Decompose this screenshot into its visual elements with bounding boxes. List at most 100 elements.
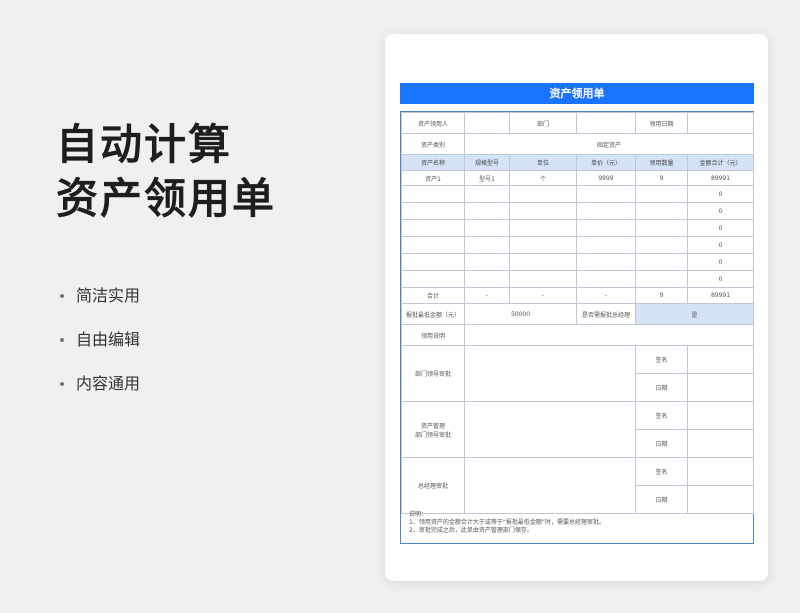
feature-label: 简洁实用: [76, 286, 141, 305]
approval-row: 资产管理 部门领导审批 签名: [401, 401, 754, 458]
bullet-icon: [60, 338, 64, 342]
item-row: 0: [401, 236, 754, 254]
cell-amount: 0: [687, 219, 754, 237]
approval-label-text: 部门领导审批: [414, 371, 451, 378]
sign-label: 签名: [635, 457, 688, 486]
cell-qty[interactable]: [635, 202, 688, 220]
cell-model[interactable]: [464, 236, 510, 254]
item-row: 0: [401, 219, 754, 237]
notes: 说明： 1、领用资产的金额合计大于或等于“报批最低金额”时，需要总经理审批。 2…: [409, 511, 605, 535]
cell-model[interactable]: [464, 270, 510, 288]
cell-amount: 0: [687, 185, 754, 203]
total-row: 合计 - - - 9 89991: [401, 287, 754, 304]
usage-label: 领用说明: [401, 324, 465, 346]
approval-opinion-field[interactable]: [464, 457, 636, 514]
cell-name[interactable]: [401, 236, 465, 254]
feature-label: 内容通用: [76, 374, 141, 393]
asset-form-table: 资产领用人 部门 领用日期 资产类别 固定资产 资产名称 规格型号 单位 单价（…: [401, 112, 754, 514]
sign-field[interactable]: [687, 457, 754, 486]
cell-price[interactable]: [576, 219, 636, 237]
date-label: 日期: [635, 485, 688, 514]
field-person[interactable]: [464, 112, 510, 134]
cell-price[interactable]: 9999: [576, 170, 636, 186]
cell-qty[interactable]: 9: [635, 170, 688, 186]
item-row: 0: [401, 253, 754, 271]
cell-qty[interactable]: [635, 219, 688, 237]
cell-price[interactable]: [576, 270, 636, 288]
cell-unit[interactable]: [509, 185, 577, 203]
total-label: 合计: [401, 287, 465, 304]
form-title: 资产领用单: [400, 83, 754, 104]
cell-model[interactable]: 型号1: [464, 170, 510, 186]
date-field[interactable]: [687, 485, 754, 514]
cell-qty[interactable]: [635, 270, 688, 288]
cell-price[interactable]: [576, 253, 636, 271]
feature-item: 内容通用: [60, 372, 140, 416]
cell-unit[interactable]: [509, 202, 577, 220]
cell-name[interactable]: [401, 202, 465, 220]
cell-qty[interactable]: [635, 236, 688, 254]
approval-label-text: 部门领导审批: [414, 431, 451, 439]
cell-name[interactable]: [401, 270, 465, 288]
total-cell: -: [464, 287, 510, 304]
feature-list: 简洁实用 自由编辑 内容通用: [60, 284, 140, 416]
table-row: 资产领用人 部门 领用日期: [401, 112, 754, 134]
field-dept[interactable]: [576, 112, 636, 134]
cell-unit[interactable]: 个: [509, 170, 577, 186]
approval-label-text: 资产管理: [420, 422, 445, 430]
approval-row: 部门领导审批 签名: [401, 345, 754, 402]
notes-line: 2、审批完成之后，此单由资产管理部门保存。: [409, 527, 533, 534]
bullet-icon: [60, 294, 64, 298]
field-category[interactable]: 固定资产: [464, 133, 754, 155]
approval-opinion-field[interactable]: [464, 345, 636, 402]
sign-field[interactable]: [687, 345, 754, 374]
approval-label: 总经理审批: [401, 457, 465, 514]
total-qty: 9: [635, 287, 688, 304]
column-header: 规格型号: [464, 154, 510, 171]
date-field[interactable]: [687, 373, 754, 402]
cell-name[interactable]: [401, 219, 465, 237]
date-field[interactable]: [687, 429, 754, 458]
feature-item: 自由编辑: [60, 328, 140, 372]
cell-model[interactable]: [464, 219, 510, 237]
table-row: 资产类别 固定资产: [401, 133, 754, 155]
cell-model[interactable]: [464, 202, 510, 220]
feature-label: 自由编辑: [76, 330, 141, 349]
cell-amount: 89991: [687, 170, 754, 186]
cell-name[interactable]: [401, 253, 465, 271]
bullet-icon: [60, 382, 64, 386]
cell-name[interactable]: 资产1: [401, 170, 465, 186]
approval-opinion-field[interactable]: [464, 401, 636, 458]
sign-label: 签名: [635, 345, 688, 374]
cell-amount: 0: [687, 270, 754, 288]
cell-price[interactable]: [576, 202, 636, 220]
cell-unit[interactable]: [509, 270, 577, 288]
form-document: 资产领用单 资产领用人 部门 领用日期 资产类别 固定资产 资产名称 规格型号 …: [385, 34, 768, 581]
cell-model[interactable]: [464, 253, 510, 271]
approval-answer: 是: [635, 303, 754, 325]
approval-label-text: 总经理审批: [417, 483, 448, 490]
cell-name[interactable]: [401, 185, 465, 203]
column-header: 资产名称: [401, 154, 465, 171]
cell-qty[interactable]: [635, 253, 688, 271]
column-header: 单价（元）: [576, 154, 636, 171]
cell-price[interactable]: [576, 185, 636, 203]
item-row: 资产1 型号1 个 9999 9 89991: [401, 170, 754, 186]
notes-line: 1、领用资产的金额合计大于或等于“报批最低金额”时，需要总经理审批。: [409, 519, 606, 526]
field-date[interactable]: [687, 112, 754, 134]
label-dept: 部门: [509, 112, 577, 134]
cell-amount: 0: [687, 253, 754, 271]
form-frame: 资产领用人 部门 领用日期 资产类别 固定资产 资产名称 规格型号 单位 单价（…: [400, 111, 754, 544]
approval-label: 资产管理 部门领导审批: [401, 401, 465, 458]
cell-unit[interactable]: [509, 253, 577, 271]
threshold-row: 报批最低金额（元） 50000 是否需报批总经理 是: [401, 303, 754, 325]
usage-field[interactable]: [464, 324, 754, 346]
sign-field[interactable]: [687, 401, 754, 430]
cell-model[interactable]: [464, 185, 510, 203]
cell-qty[interactable]: [635, 185, 688, 203]
cell-unit[interactable]: [509, 219, 577, 237]
cell-unit[interactable]: [509, 236, 577, 254]
usage-row: 领用说明: [401, 324, 754, 346]
threshold-value[interactable]: 50000: [464, 303, 577, 325]
cell-price[interactable]: [576, 236, 636, 254]
